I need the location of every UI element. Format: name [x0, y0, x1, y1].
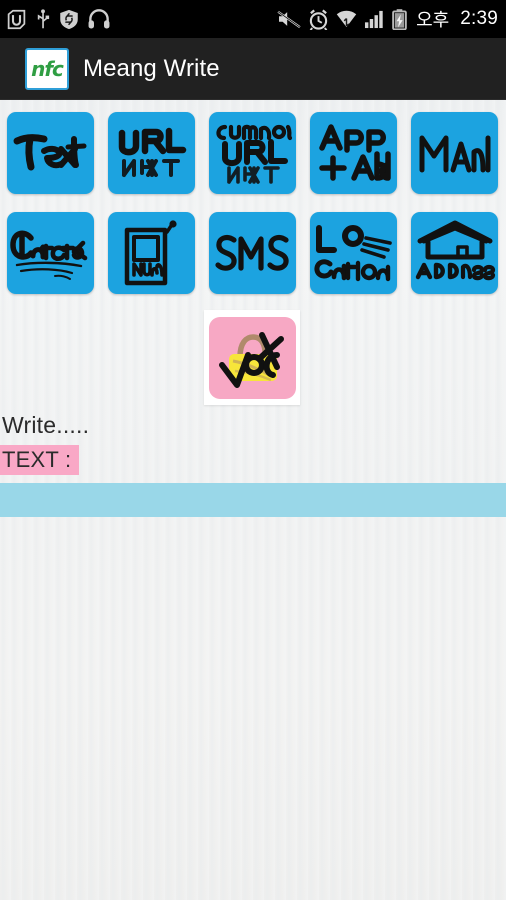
tile-row-2 — [7, 212, 499, 294]
tile-number[interactable] — [108, 212, 195, 294]
lock-card — [204, 310, 300, 405]
nfc-logo-icon: nfc — [25, 47, 69, 90]
url-tile-icon — [118, 127, 186, 177]
tile-mail[interactable] — [411, 112, 498, 194]
phone-number-tile-icon — [124, 220, 177, 286]
tile-app-add[interactable] — [310, 112, 397, 194]
write-label: Write..... — [2, 412, 90, 438]
tile-contact[interactable] — [7, 212, 94, 294]
app-logo-text: nfc — [31, 56, 64, 81]
tile-address[interactable] — [411, 212, 498, 294]
tile-lock[interactable] — [208, 316, 296, 399]
tile-sms[interactable] — [209, 212, 296, 294]
signal-icon — [365, 10, 383, 29]
app-root: 오후 2:39 nfc Meang Write Write..... TEXT … — [0, 0, 506, 900]
sms-tile-icon — [214, 234, 289, 271]
usb-icon — [37, 8, 50, 28]
address-tile-icon — [415, 220, 495, 281]
status-bar-ampm: 오후 — [416, 10, 450, 30]
tile-row-1 — [7, 112, 499, 194]
tile-location[interactable] — [310, 212, 397, 294]
text-field-label: TEXT : — [0, 445, 79, 475]
location-tile-icon — [313, 225, 392, 282]
battery-charging-icon — [392, 8, 407, 30]
text-input[interactable] — [0, 483, 506, 517]
mail-tile-icon — [419, 135, 490, 173]
u-plus-app-icon — [7, 9, 26, 29]
tile-custom-url[interactable] — [209, 112, 296, 194]
action-bar: nfc Meang Write — [0, 38, 506, 100]
status-bar: 오후 2:39 — [0, 0, 506, 38]
status-bar-clock: 2:39 — [460, 8, 498, 29]
content-surface: Write..... TEXT : — [0, 100, 506, 900]
app-add-tile-icon — [318, 124, 391, 181]
tile-url[interactable] — [108, 112, 195, 194]
tile-grid — [7, 112, 499, 294]
status-bar-right-icons: 오후 2:39 — [277, 6, 498, 32]
contact-tile-icon — [9, 230, 87, 280]
headphones-icon — [88, 9, 110, 29]
mute-icon — [277, 10, 301, 29]
custom-url-tile-icon — [215, 124, 292, 184]
status-bar-left-icons — [6, 8, 110, 30]
wifi-icon — [336, 10, 357, 28]
alarm-icon — [309, 9, 328, 30]
page-title: Meang Write — [83, 54, 220, 82]
lock-tile-icon — [219, 331, 284, 388]
text-tile-icon — [13, 134, 86, 171]
shield-sync-icon — [60, 9, 78, 29]
tile-text[interactable] — [7, 112, 94, 194]
